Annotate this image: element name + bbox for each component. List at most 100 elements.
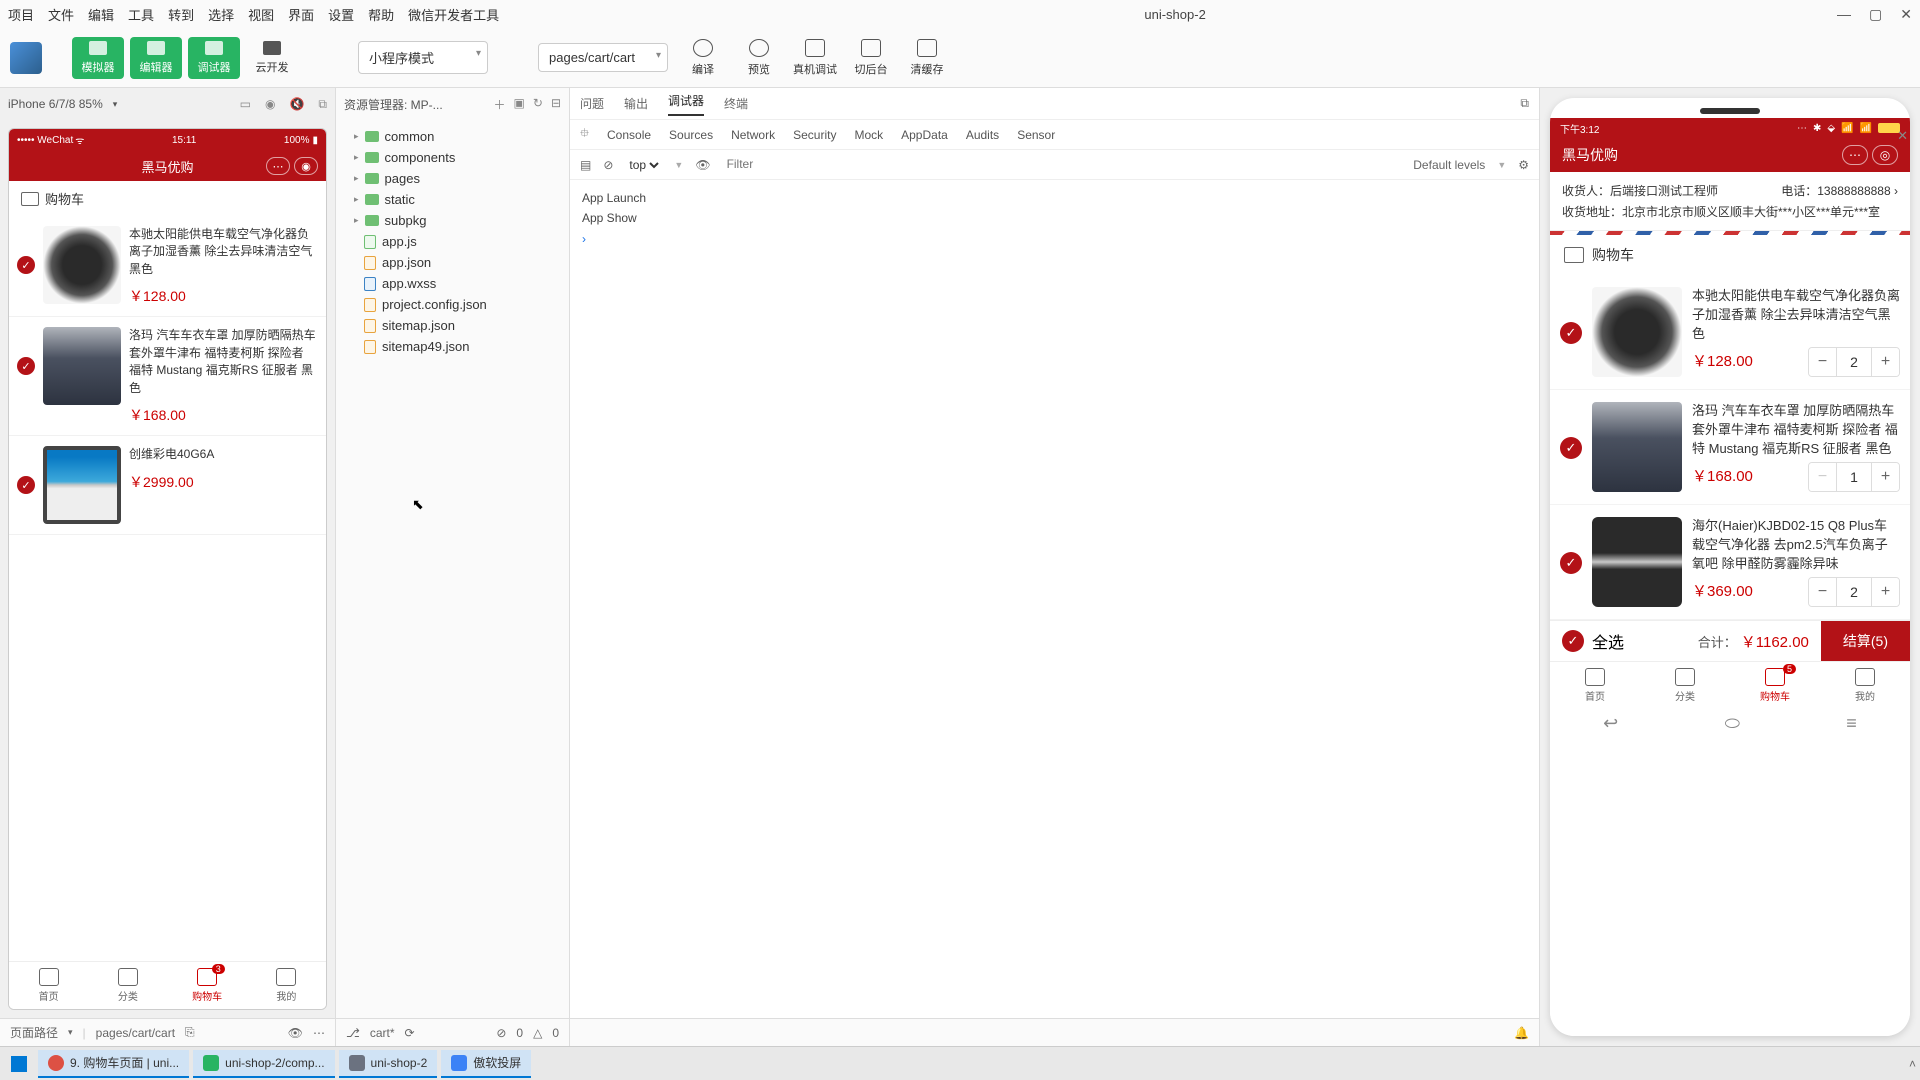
new-folder-icon[interactable]: ▣ xyxy=(514,96,525,113)
bell-icon[interactable]: 🔔 xyxy=(1514,1026,1529,1040)
devtab-audits[interactable]: Audits xyxy=(966,128,999,142)
file-app-js[interactable]: app.js xyxy=(340,231,565,252)
filter-input[interactable] xyxy=(723,155,1402,174)
minus-button[interactable]: − xyxy=(1809,463,1837,491)
devtab-appdata[interactable]: AppData xyxy=(901,128,948,142)
cart-item[interactable]: ✓ 本驰太阳能供电车载空气净化器负离子加湿香薰 除尘去异味清洁空气黑色 ￥128… xyxy=(1550,275,1910,390)
minus-button[interactable]: − xyxy=(1809,348,1837,376)
tab-mine[interactable]: 我的 xyxy=(1820,662,1910,709)
menu-edit[interactable]: 编辑 xyxy=(88,5,114,24)
mode-selector[interactable]: 小程序模式 xyxy=(358,41,488,74)
menu-view[interactable]: 视图 xyxy=(248,5,274,24)
quantity-stepper[interactable]: −2+ xyxy=(1808,347,1900,377)
tab-debugger[interactable]: 调试器 xyxy=(668,92,704,116)
inspect-icon[interactable]: ⯐ xyxy=(580,124,589,145)
product-image[interactable] xyxy=(43,226,121,304)
minus-button[interactable]: − xyxy=(1809,578,1837,606)
file-app-json[interactable]: app.json xyxy=(340,252,565,273)
device-icon[interactable]: ▭ xyxy=(240,97,251,112)
tab-cart[interactable]: 购物车5 xyxy=(1730,662,1820,709)
cart-item[interactable]: ✓ 创维彩电40G6A￥2999.00 xyxy=(9,436,326,535)
popout-icon[interactable]: ⧉ xyxy=(318,97,327,112)
capsule-menu[interactable]: ⋯ xyxy=(1842,145,1868,165)
folder-components[interactable]: components xyxy=(340,147,565,168)
start-button[interactable] xyxy=(4,1051,34,1077)
item-checkbox[interactable]: ✓ xyxy=(17,357,35,375)
android-recent-icon[interactable]: ≡ xyxy=(1846,713,1857,734)
menu-interface[interactable]: 界面 xyxy=(288,5,314,24)
product-image[interactable] xyxy=(1592,287,1682,377)
taskbar-hbuilder[interactable]: uni-shop-2/comp... xyxy=(193,1050,334,1078)
clear-console-icon[interactable]: ⊘ xyxy=(603,158,613,172)
cloud-button[interactable]: 云开发 xyxy=(246,37,298,79)
page-selector[interactable]: pages/cart/cart xyxy=(538,43,668,72)
capsule-menu[interactable]: ⋯ xyxy=(266,157,290,175)
tab-terminal[interactable]: 终端 xyxy=(724,95,748,112)
file-project-config[interactable]: project.config.json xyxy=(340,294,565,315)
taskbar-devtools[interactable]: uni-shop-2 xyxy=(339,1050,438,1078)
error-icon[interactable]: ⊘ xyxy=(496,1026,506,1040)
address-block[interactable]: 收货人：后端接口测试工程师电话：13888888888 › 收货地址：北京市北京… xyxy=(1550,172,1910,231)
select-all-checkbox[interactable]: ✓ xyxy=(1562,630,1584,652)
device-label[interactable]: iPhone 6/7/8 85% xyxy=(8,97,103,111)
copy-path-icon[interactable]: ⎘ xyxy=(185,1025,195,1040)
git-branch[interactable]: cart* xyxy=(370,1026,395,1040)
clear-cache-button[interactable]: 清缓存 xyxy=(902,35,952,81)
preview-button[interactable]: 预览 xyxy=(734,35,784,81)
toggle-console-icon[interactable]: ▤ xyxy=(580,158,591,172)
devtab-sensor[interactable]: Sensor xyxy=(1017,128,1055,142)
eye-icon[interactable]: 👁 xyxy=(695,158,710,172)
window-close[interactable]: ✕ xyxy=(1900,6,1912,23)
menu-select[interactable]: 选择 xyxy=(208,5,234,24)
devtab-security[interactable]: Security xyxy=(793,128,836,142)
cart-item[interactable]: ✓ 本驰太阳能供电车载空气净化器负离子加湿香薰 除尘去异味清洁空气黑色￥128.… xyxy=(9,216,326,317)
item-checkbox[interactable]: ✓ xyxy=(17,256,35,274)
plus-button[interactable]: + xyxy=(1871,348,1899,376)
devtab-mock[interactable]: Mock xyxy=(854,128,883,142)
menu-goto[interactable]: 转到 xyxy=(168,5,194,24)
preview-close-icon[interactable]: ✕ xyxy=(1897,128,1908,144)
simulator-button[interactable]: 模拟器 xyxy=(72,37,124,79)
menu-wechat-devtools[interactable]: 微信开发者工具 xyxy=(408,5,499,24)
file-app-wxss[interactable]: app.wxss xyxy=(340,273,565,294)
record-icon[interactable]: ◉ xyxy=(265,97,275,112)
devtab-sources[interactable]: Sources xyxy=(669,128,713,142)
android-back-icon[interactable]: ↩ xyxy=(1603,713,1618,734)
checkout-button[interactable]: 结算(5) xyxy=(1821,621,1910,661)
user-avatar[interactable] xyxy=(10,42,42,74)
settings-icon[interactable]: ⚙ xyxy=(1518,158,1529,172)
taskbar-chrome[interactable]: 9. 购物车页面 | uni... xyxy=(38,1050,189,1078)
folder-static[interactable]: static xyxy=(340,189,565,210)
capsule-target[interactable]: ◎ xyxy=(1872,145,1898,165)
menu-tools[interactable]: 工具 xyxy=(128,5,154,24)
plus-button[interactable]: + xyxy=(1871,578,1899,606)
eye-icon[interactable]: 👁 xyxy=(288,1026,303,1040)
levels-dropdown[interactable]: Default levels xyxy=(1413,158,1485,172)
taskbar-apowermirror[interactable]: 傲软投屏 xyxy=(441,1050,531,1078)
file-sitemap[interactable]: sitemap.json xyxy=(340,315,565,336)
background-button[interactable]: 切后台 xyxy=(846,35,896,81)
console-prompt[interactable]: › xyxy=(582,229,1527,249)
window-minimize[interactable]: — xyxy=(1837,6,1851,23)
product-image[interactable] xyxy=(1592,517,1682,607)
editor-button[interactable]: 编辑器 xyxy=(130,37,182,79)
tray-expand[interactable]: ˄ xyxy=(1909,1057,1916,1071)
android-home-icon[interactable]: ⬭ xyxy=(1725,713,1740,734)
remote-debug-button[interactable]: 真机调试 xyxy=(790,35,840,81)
cart-item[interactable]: ✓ 海尔(Haier)KJBD02-15 Q8 Plus车载空气净化器 去pm2… xyxy=(1550,505,1910,620)
tab-home[interactable]: 首页 xyxy=(1550,662,1640,709)
tab-category[interactable]: 分类 xyxy=(1640,662,1730,709)
item-checkbox[interactable]: ✓ xyxy=(1560,552,1582,574)
product-image[interactable] xyxy=(43,446,121,524)
product-image[interactable] xyxy=(43,327,121,405)
tab-cart[interactable]: 购物车3 xyxy=(168,962,247,1009)
sync-icon[interactable]: ⟳ xyxy=(405,1026,415,1040)
cart-item[interactable]: ✓ 洛玛 汽车车衣车罩 加厚防晒隔热车套外罩牛津布 福特麦柯斯 探险者 福特 M… xyxy=(9,317,326,436)
select-all-label[interactable]: 全选 xyxy=(1592,629,1624,653)
cart-item[interactable]: ✓ 洛玛 汽车车衣车罩 加厚防晒隔热车套外罩牛津布 福特麦柯斯 探险者 福特 M… xyxy=(1550,390,1910,505)
item-checkbox[interactable]: ✓ xyxy=(1560,437,1582,459)
compile-button[interactable]: 编译 xyxy=(678,35,728,81)
popout-icon[interactable]: ⧉ xyxy=(1520,96,1529,111)
tab-category[interactable]: 分类 xyxy=(88,962,167,1009)
folder-pages[interactable]: pages xyxy=(340,168,565,189)
